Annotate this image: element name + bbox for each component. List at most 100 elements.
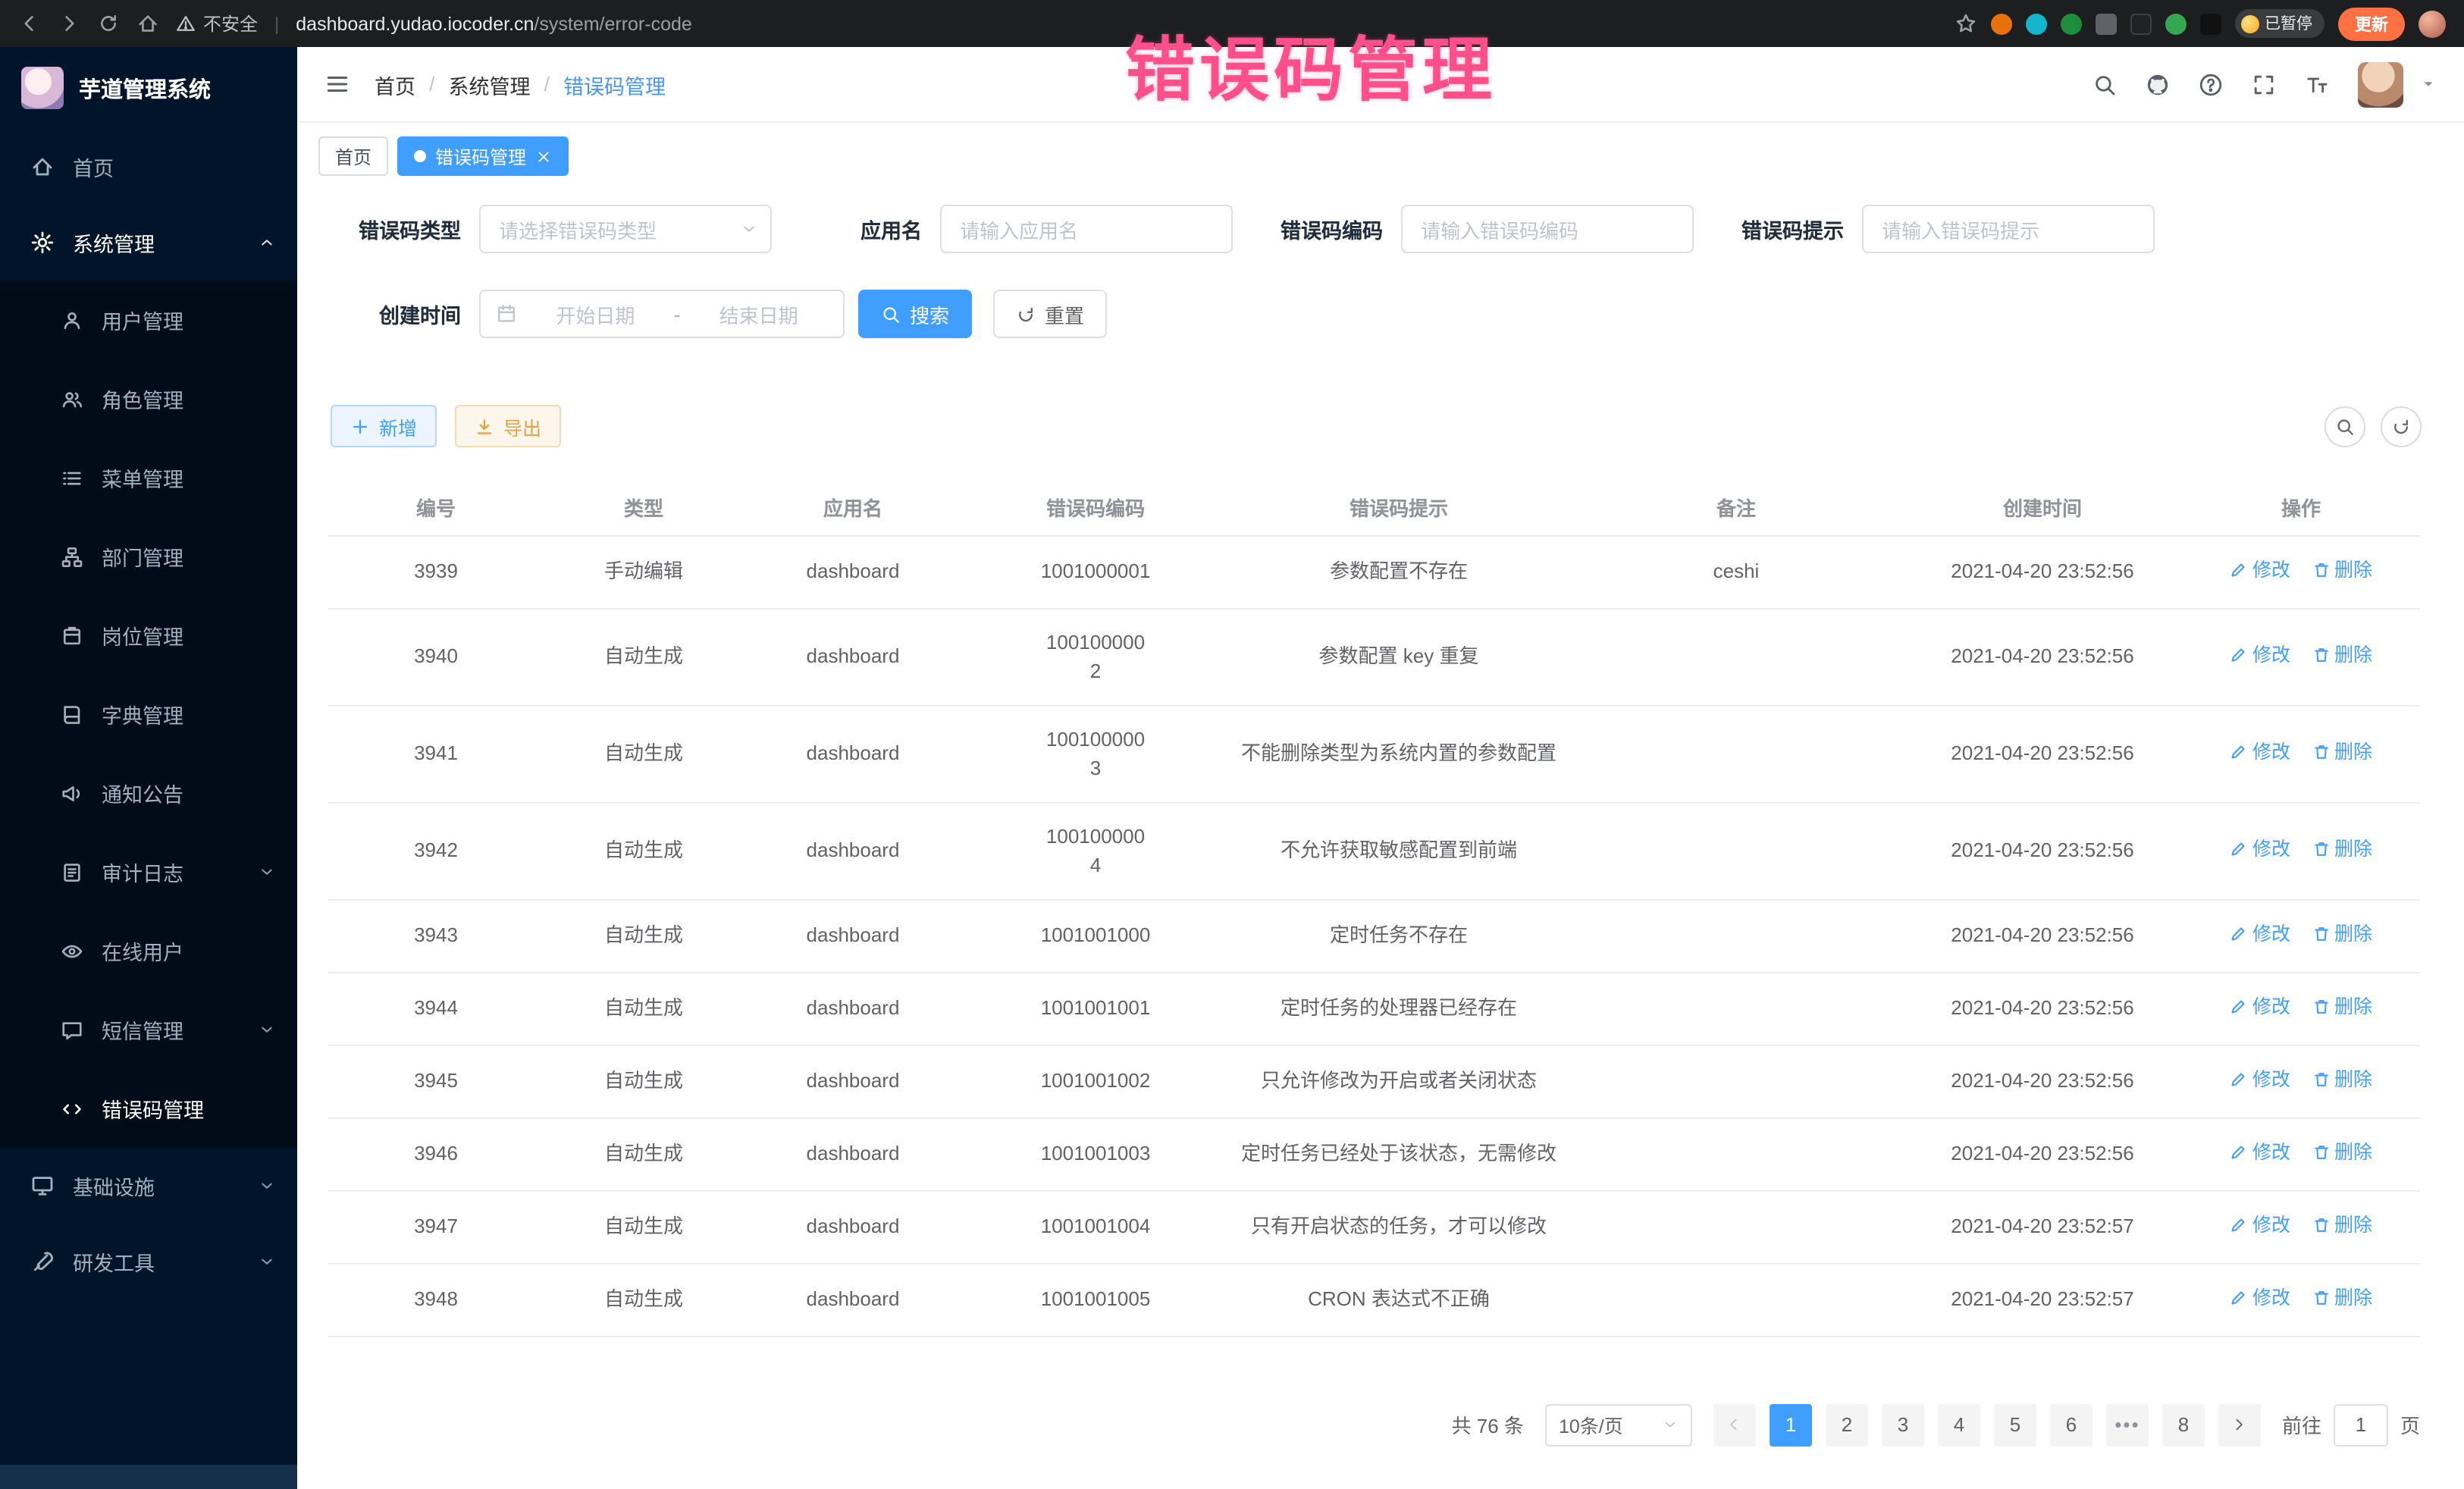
- font-size-icon[interactable]: [2305, 72, 2329, 96]
- home-icon: [30, 155, 55, 179]
- sidebar-item-online[interactable]: 在线用户: [0, 911, 297, 990]
- error-code-input[interactable]: 请输入错误码编码: [1401, 205, 1694, 253]
- page-button-1[interactable]: 1: [1770, 1403, 1812, 1446]
- delete-link[interactable]: 删除: [2312, 920, 2372, 948]
- reset-button[interactable]: 重置: [993, 290, 1107, 338]
- page-size-select[interactable]: 10条/页: [1545, 1403, 1692, 1446]
- breadcrumb-system[interactable]: 系统管理: [449, 69, 531, 99]
- edit-link[interactable]: 修改: [2230, 556, 2290, 585]
- app-logo[interactable]: 芋道管理系统: [0, 47, 297, 129]
- sidebar-item-dept[interactable]: 部门管理: [0, 517, 297, 596]
- sidebar-item-notice[interactable]: 通知公告: [0, 754, 297, 832]
- sidebar-item-system[interactable]: 系统管理: [0, 205, 297, 281]
- paused-badge[interactable]: 已暂停: [2234, 9, 2324, 38]
- delete-link[interactable]: 删除: [2312, 835, 2372, 864]
- browser-back-icon[interactable]: [18, 12, 41, 35]
- user-icon: [61, 309, 83, 331]
- app-name-input[interactable]: 请输入应用名: [940, 205, 1233, 253]
- next-page-button[interactable]: [2218, 1403, 2261, 1446]
- help-icon[interactable]: [2199, 72, 2223, 96]
- sidebar-item-errcode[interactable]: 错误码管理: [0, 1069, 297, 1148]
- sidebar-item-user[interactable]: 用户管理: [0, 281, 297, 359]
- screen: 错误码管理 不安全 | dashboard.yudao.iocoder.cn/s…: [0, 0, 2464, 1489]
- edit-link[interactable]: 修改: [2230, 738, 2290, 766]
- tab-home[interactable]: 首页: [318, 136, 388, 176]
- delete-link[interactable]: 删除: [2312, 1138, 2372, 1167]
- refresh-table-button[interactable]: [2381, 406, 2422, 447]
- fullscreen-icon[interactable]: [2252, 72, 2276, 96]
- edit-link[interactable]: 修改: [2230, 1065, 2290, 1094]
- delete-link[interactable]: 删除: [2312, 556, 2372, 585]
- cell-time: 2021-04-20 23:52:56: [1903, 608, 2182, 705]
- goto-page-input[interactable]: 1: [2334, 1403, 2388, 1446]
- edit-link[interactable]: 修改: [2230, 920, 2290, 948]
- browser-reload-icon[interactable]: [97, 12, 120, 35]
- sidebar-item-role[interactable]: 角色管理: [0, 359, 297, 438]
- cell-type: 自动生成: [544, 608, 743, 705]
- user-avatar[interactable]: [2358, 61, 2403, 107]
- browser-update-button[interactable]: 更新: [2338, 7, 2405, 40]
- tool-icon: [30, 1249, 55, 1274]
- sidebar-collapse-bar[interactable]: [0, 1465, 297, 1489]
- search-button[interactable]: 搜索: [858, 290, 972, 338]
- delete-link[interactable]: 删除: [2312, 641, 2372, 669]
- delete-link[interactable]: 删除: [2312, 1211, 2372, 1240]
- browser-profile-avatar[interactable]: [2419, 10, 2446, 37]
- delete-link[interactable]: 删除: [2312, 1284, 2372, 1312]
- bookmark-star-icon[interactable]: [1954, 12, 1977, 35]
- chevron-down-icon[interactable]: [2420, 76, 2437, 92]
- extension-icon-teal[interactable]: [2025, 13, 2046, 34]
- toggle-search-button[interactable]: [2324, 406, 2365, 447]
- tab-active-dot: [414, 150, 426, 162]
- edit-link[interactable]: 修改: [2230, 641, 2290, 669]
- page-button-5[interactable]: 5: [1994, 1403, 2036, 1446]
- security-indicator[interactable]: 不安全: [176, 11, 258, 36]
- sidebar-item-infra[interactable]: 基础设施: [0, 1148, 297, 1224]
- sidebar-item-audit[interactable]: 审计日志: [0, 832, 297, 911]
- extension-pin-icon[interactable]: [2199, 13, 2221, 34]
- github-icon[interactable]: [2146, 72, 2170, 96]
- chevron-down-icon: [258, 1252, 276, 1271]
- sidebar-item-menu[interactable]: 菜单管理: [0, 438, 297, 517]
- sidebar-toggle-icon[interactable]: [324, 71, 350, 97]
- edit-link[interactable]: 修改: [2230, 835, 2290, 864]
- extension-icon-orange[interactable]: [1990, 13, 2011, 34]
- page-button-2[interactable]: 2: [1826, 1403, 1868, 1446]
- error-hint-input[interactable]: 请输入错误码提示: [1862, 205, 2155, 253]
- page-button-8[interactable]: 8: [2162, 1403, 2205, 1446]
- browser-forward-icon[interactable]: [58, 12, 80, 35]
- extension-icon-grid[interactable]: [2095, 13, 2116, 34]
- tab-close-icon[interactable]: [535, 148, 552, 165]
- delete-link[interactable]: 删除: [2312, 992, 2372, 1021]
- page-button-3[interactable]: 3: [1882, 1403, 1924, 1446]
- page-button-4[interactable]: 4: [1938, 1403, 1980, 1446]
- sidebar-item-post[interactable]: 岗位管理: [0, 596, 297, 675]
- sidebar-item-devtool[interactable]: 研发工具: [0, 1224, 297, 1299]
- add-button[interactable]: 新增: [331, 405, 437, 447]
- browser-home-icon[interactable]: [136, 12, 159, 35]
- more-pages-button[interactable]: •••: [2106, 1403, 2149, 1446]
- edit-link[interactable]: 修改: [2230, 1211, 2290, 1240]
- cell-code: 1001000003: [963, 705, 1228, 802]
- extension-icon-green[interactable]: [2060, 13, 2081, 34]
- prev-page-button[interactable]: [1713, 1403, 1756, 1446]
- extension-icon-on[interactable]: [2130, 13, 2151, 34]
- sidebar-item-dict[interactable]: 字典管理: [0, 675, 297, 754]
- breadcrumb-home[interactable]: 首页: [375, 69, 415, 99]
- error-type-select[interactable]: 请选择错误码类型: [479, 205, 772, 253]
- url-bar[interactable]: dashboard.yudao.iocoder.cn/system/error-…: [296, 13, 692, 34]
- edit-link[interactable]: 修改: [2230, 992, 2290, 1021]
- date-range-input[interactable]: 开始日期 - 结束日期: [479, 290, 845, 338]
- page-button-6[interactable]: 6: [2050, 1403, 2093, 1446]
- app-title: 芋道管理系统: [79, 72, 211, 104]
- delete-link[interactable]: 删除: [2312, 738, 2372, 766]
- edit-link[interactable]: 修改: [2230, 1284, 2290, 1312]
- extension-icon-leaf[interactable]: [2165, 13, 2186, 34]
- tab-error-code[interactable]: 错误码管理: [397, 136, 569, 176]
- sidebar-item-home[interactable]: 首页: [0, 129, 297, 205]
- sidebar-item-sms[interactable]: 短信管理: [0, 990, 297, 1069]
- edit-link[interactable]: 修改: [2230, 1138, 2290, 1167]
- delete-link[interactable]: 删除: [2312, 1065, 2372, 1094]
- export-button[interactable]: 导出: [455, 405, 561, 447]
- search-icon[interactable]: [2093, 72, 2117, 96]
